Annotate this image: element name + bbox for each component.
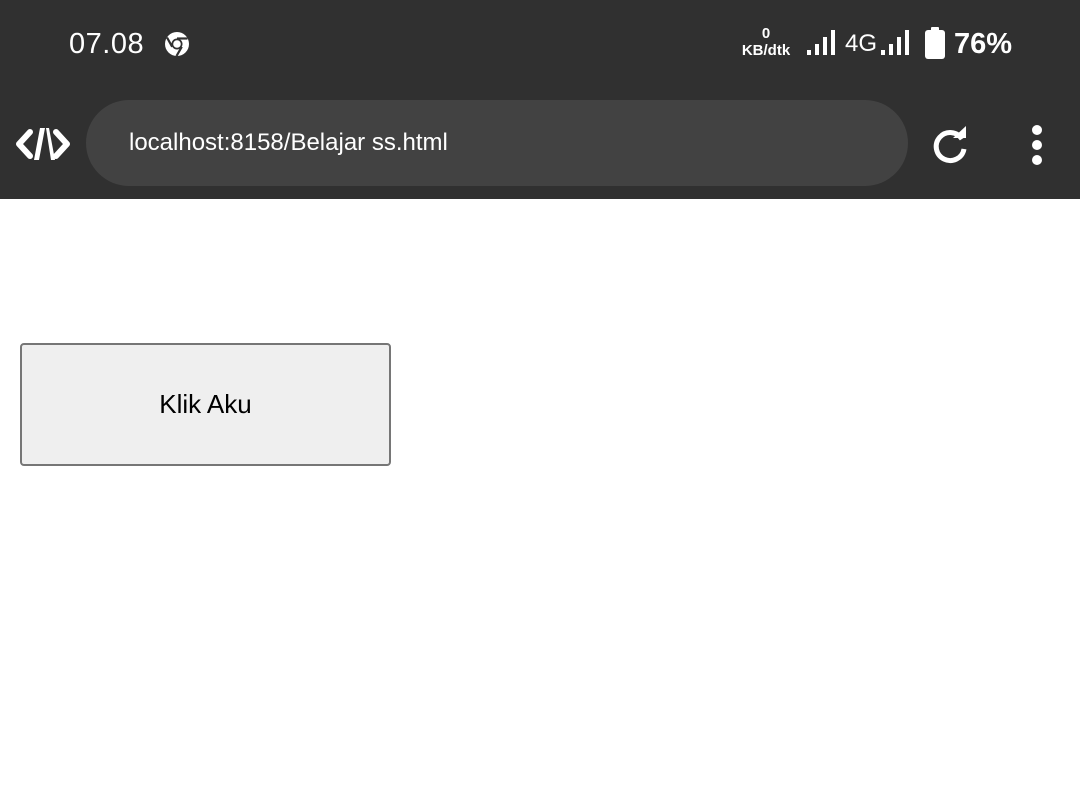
network-type: 4G	[845, 30, 878, 57]
reload-icon[interactable]	[929, 124, 971, 166]
chrome-icon	[165, 32, 189, 57]
page-content: Klik Aku	[0, 199, 1080, 804]
status-time: 07.08	[69, 28, 145, 60]
more-menu-icon[interactable]	[1024, 124, 1050, 166]
network-speed: 0 KB/dtk	[736, 26, 796, 60]
status-bar: 07.08 0 KB/dtk 4G 76%	[0, 0, 1080, 90]
url-bar[interactable]: localhost:8158/Belajar ss.html	[86, 100, 908, 186]
network-speed-value: 0	[761, 25, 771, 42]
network-speed-unit: KB/dtk	[741, 42, 791, 59]
browser-toolbar: localhost:8158/Belajar ss.html	[0, 90, 1080, 199]
signal-icon	[881, 30, 909, 55]
battery-percent: 76%	[954, 28, 1013, 60]
klik-aku-button[interactable]: Klik Aku	[20, 343, 391, 466]
signal-icon	[807, 30, 835, 55]
url-text[interactable]: localhost:8158/Belajar ss.html	[129, 128, 448, 158]
dev-tools-icon[interactable]	[16, 124, 70, 164]
battery-icon	[925, 27, 945, 59]
